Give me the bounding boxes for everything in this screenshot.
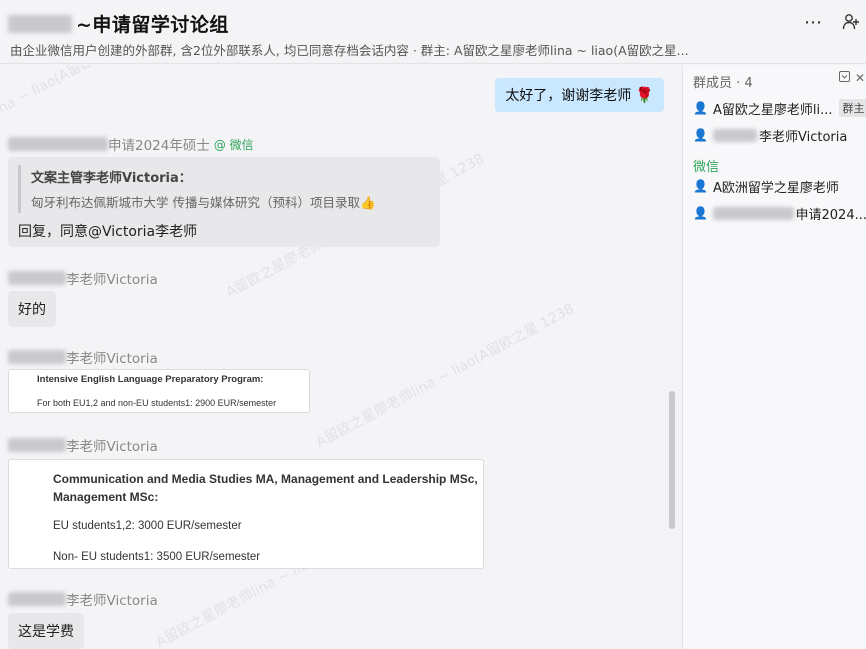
message-text: 这是学费 [18, 624, 74, 640]
message-sender: 申请2024年硕士 @ 微信 [8, 134, 254, 154]
chat-header: ~申请留学讨论组 由企业微信用户创建的外部群, 含2位外部联系人, 均已同意存档… [0, 0, 866, 64]
blurred-group-name [8, 14, 72, 33]
image-text-line: Intensive English Language Preparatory P… [37, 374, 264, 385]
member-name: A欧洲留学之星廖老师 [713, 180, 839, 196]
watermark: A留欧之星廖老师lina ~ liao(A留欧之星 1238 [0, 65, 157, 171]
blurred-sender-name [8, 350, 66, 364]
collapse-icon[interactable] [839, 71, 850, 85]
message-sender: 李老师Victoria [8, 589, 158, 609]
message-text: 好的 [18, 302, 46, 318]
wechat-section-label: 微信 [693, 160, 720, 175]
sender-name-suffix: 李老师Victoria [66, 439, 158, 455]
member-item[interactable]: 👤 A欧洲留学之星廖老师 [693, 176, 866, 196]
sender-name-suffix: 申请2024年硕士 [108, 138, 210, 154]
image-text-line: Communication and Media Studies MA, Mana… [53, 472, 478, 504]
rose-emoji-icon: 🌹 [635, 86, 654, 104]
member-panel: 群成员 · 4 ✕ 👤 A留欧之星廖老师li... 群主 👤 李老师Victor… [682, 65, 866, 649]
text-message-bubble[interactable]: 这是学费 [8, 613, 84, 649]
blurred-sender-name [8, 438, 66, 452]
message-list[interactable]: A留欧之星廖老师lina ~ liao(A留欧之星 1238 A留欧之星廖老师l… [0, 65, 682, 649]
blurred-member-name [713, 128, 757, 142]
blurred-sender-name [8, 137, 108, 151]
blurred-sender-name [8, 592, 66, 606]
person-icon: 👤 [693, 101, 708, 115]
image-text-line: EU students1,2: 3000 EUR/semester [53, 520, 242, 532]
message-text: 太好了，谢谢李老师 [505, 88, 632, 104]
quote-author: 文案主管李老师Victoria： [31, 171, 192, 186]
image-message[interactable]: Communication and Media Studies MA, Mana… [8, 459, 484, 569]
text-message-bubble[interactable]: 好的 [8, 291, 56, 327]
message-sender: 李老师Victoria [8, 435, 158, 455]
quoted-message[interactable]: 文案主管李老师Victoria： 匈牙利布达佩斯城市大学 传播与媒体研究（预科）… [18, 165, 428, 213]
member-name: 申请2024... [795, 207, 866, 223]
sender-name-suffix: 李老师Victoria [66, 593, 158, 609]
person-icon: 👤 [693, 179, 708, 193]
blurred-sender-name [8, 271, 66, 285]
self-message-bubble[interactable]: 太好了，谢谢李老师 🌹 [495, 78, 664, 112]
thumbs-up-icon: 👍 [359, 195, 376, 210]
member-name: 李老师Victoria [759, 129, 848, 145]
watermark: A留欧之星廖老师lina ~ liao(A留欧之星 1238 [313, 300, 577, 451]
member-item[interactable]: 👤 李老师Victoria [693, 125, 866, 145]
group-title-row: ~申请留学讨论组 [8, 10, 229, 37]
close-icon[interactable]: ✕ [855, 71, 865, 85]
quote-text: 匈牙利布达佩斯城市大学 传播与媒体研究（预科）项目录取 [31, 195, 360, 210]
image-text-line: Non- EU students1: 3500 EUR/semester [53, 551, 261, 563]
group-subtitle: 由企业微信用户创建的外部群, 含2位外部联系人, 均已同意存档会话内容 · 群主… [10, 43, 689, 58]
group-title[interactable]: ~申请留学讨论组 [76, 10, 229, 37]
more-icon[interactable]: ⋯ [800, 10, 826, 34]
person-icon: 👤 [693, 206, 708, 220]
image-message[interactable]: Intensive English Language Preparatory P… [8, 369, 310, 413]
member-name: A留欧之星廖老师li... [713, 102, 833, 118]
wechat-tag: @ 微信 [213, 137, 254, 152]
sender-name-suffix: 李老师Victoria [66, 272, 158, 288]
sender-name-suffix: 李老师Victoria [66, 351, 158, 367]
scrollbar[interactable] [669, 391, 675, 529]
member-item[interactable]: 👤 申请2024... [693, 203, 866, 223]
quote-reply-bubble[interactable]: 文案主管李老师Victoria： 匈牙利布达佩斯城市大学 传播与媒体研究（预科）… [8, 157, 440, 247]
member-item[interactable]: 👤 A留欧之星廖老师li... 群主 [693, 98, 866, 118]
owner-badge: 群主 [838, 99, 866, 117]
image-text-line: For both EU1,2 and non-EU students1: 290… [37, 398, 277, 408]
message-sender: 李老师Victoria [8, 347, 158, 367]
quote-text-row: 匈牙利布达佩斯城市大学 传播与媒体研究（预科）项目录取👍 [31, 192, 428, 211]
message-sender: 李老师Victoria [8, 268, 158, 288]
reply-text: 回复，同意@Victoria李老师 [18, 224, 198, 240]
blurred-member-name [713, 206, 794, 220]
member-count-title: 群成员 · 4 [693, 76, 753, 91]
add-member-icon[interactable] [838, 10, 864, 34]
person-icon: 👤 [693, 128, 708, 142]
